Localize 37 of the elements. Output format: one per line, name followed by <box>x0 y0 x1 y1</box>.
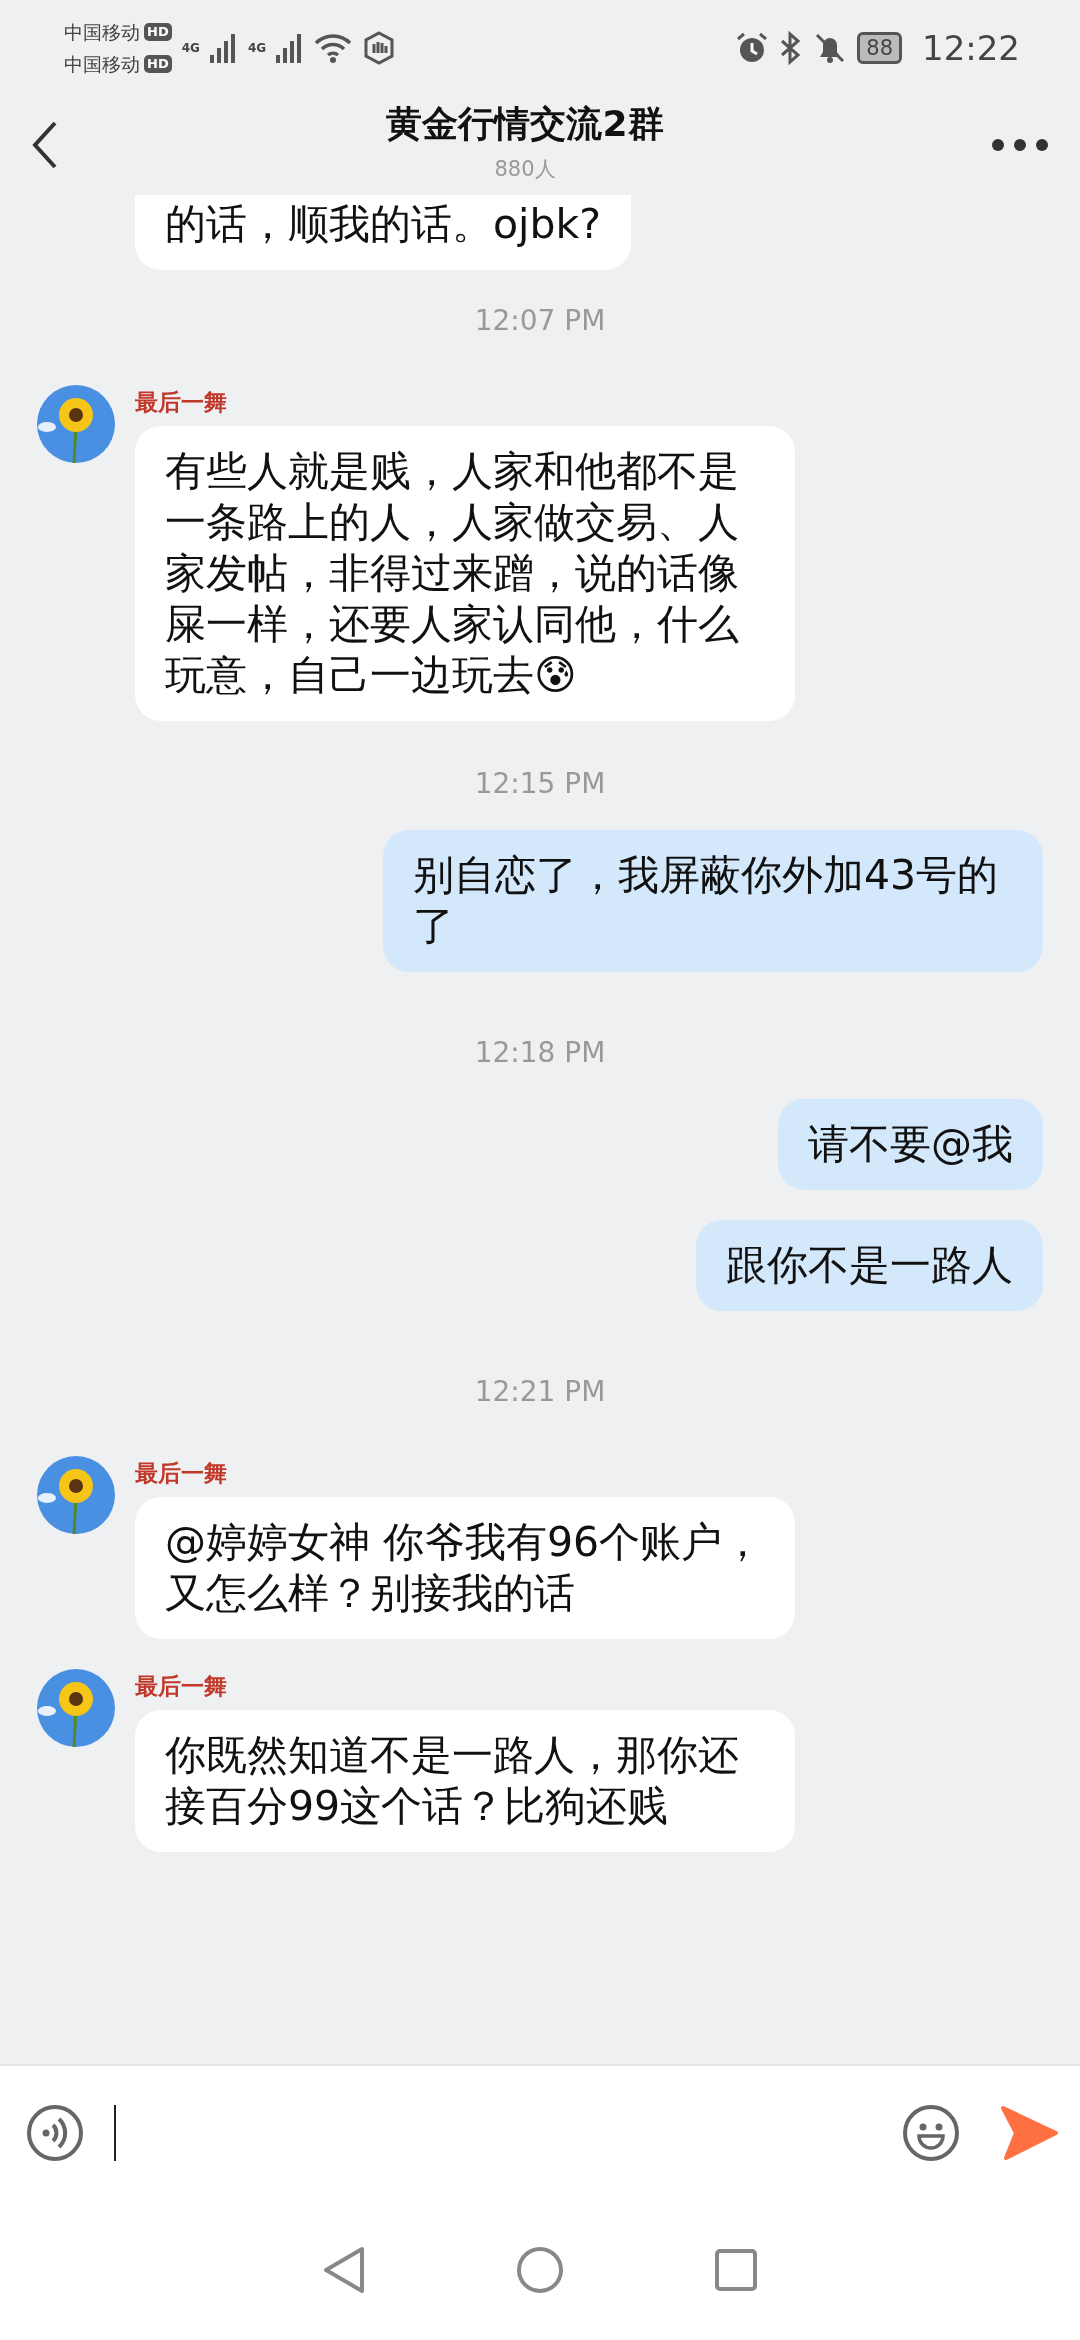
message-bubble: 跟你不是一路人 <box>696 1220 1043 1311</box>
message-bubble: @婷婷女神 你爷我有96个账户，又怎么样？别接我的话 <box>135 1497 795 1639</box>
send-button[interactable] <box>1000 2104 1058 2162</box>
network-type: 4G <box>247 40 267 55</box>
timestamp: 12:18 PM <box>474 1036 606 1069</box>
message-bubble: 请不要@我 <box>778 1099 1043 1190</box>
avatar[interactable] <box>37 385 115 463</box>
member-count: 880人 <box>494 155 556 183</box>
avatar[interactable] <box>37 1456 115 1534</box>
sender-name: 最后一舞 <box>135 1459 227 1488</box>
back-nav-button[interactable] <box>322 2246 366 2294</box>
battery-icon: 88 <box>857 31 902 64</box>
message-bubble: 的话，顺我的话。ojbk? <box>135 195 631 270</box>
carrier-name: 中国移动 <box>64 51 140 77</box>
clock: 12:22 <box>922 27 1020 68</box>
alarm-icon <box>735 30 770 65</box>
hd-badge: HD <box>144 22 172 41</box>
voice-button[interactable] <box>26 2104 84 2162</box>
carrier-name: 中国移动 <box>64 19 140 45</box>
timestamp: 12:15 PM <box>474 767 606 800</box>
emoji-button[interactable] <box>902 2104 960 2162</box>
wifi-icon <box>314 32 353 63</box>
network-type: 4G <box>181 40 200 55</box>
sender-name: 最后一舞 <box>135 1672 227 1701</box>
message-bubble: 你既然知道不是一路人，那你还接百分99这个话？比狗还贱 <box>135 1710 795 1852</box>
more-button[interactable] <box>990 137 1050 153</box>
recents-nav-button[interactable] <box>714 2248 758 2292</box>
hd-badge: HD <box>144 54 172 73</box>
timestamp: 12:07 PM <box>474 304 606 337</box>
timestamp: 12:21 PM <box>474 1375 606 1408</box>
chat-title: 黄金行情交流2群 <box>386 101 664 146</box>
signal-icon <box>209 32 238 63</box>
message-bubble: 有些人就是贱，人家和他都不是一条路上的人，人家做交易、人家发帖，非得过来蹭，说的话像屎一样，还要人家认同他，什么玩意，自己一边玩去😰 <box>135 426 795 721</box>
home-nav-button[interactable] <box>516 2246 564 2294</box>
avatar[interactable] <box>37 1669 115 1747</box>
sender-name: 最后一舞 <box>135 388 227 417</box>
message-bubble: 别自恋了，我屏蔽你外加43号的了 <box>383 830 1043 972</box>
